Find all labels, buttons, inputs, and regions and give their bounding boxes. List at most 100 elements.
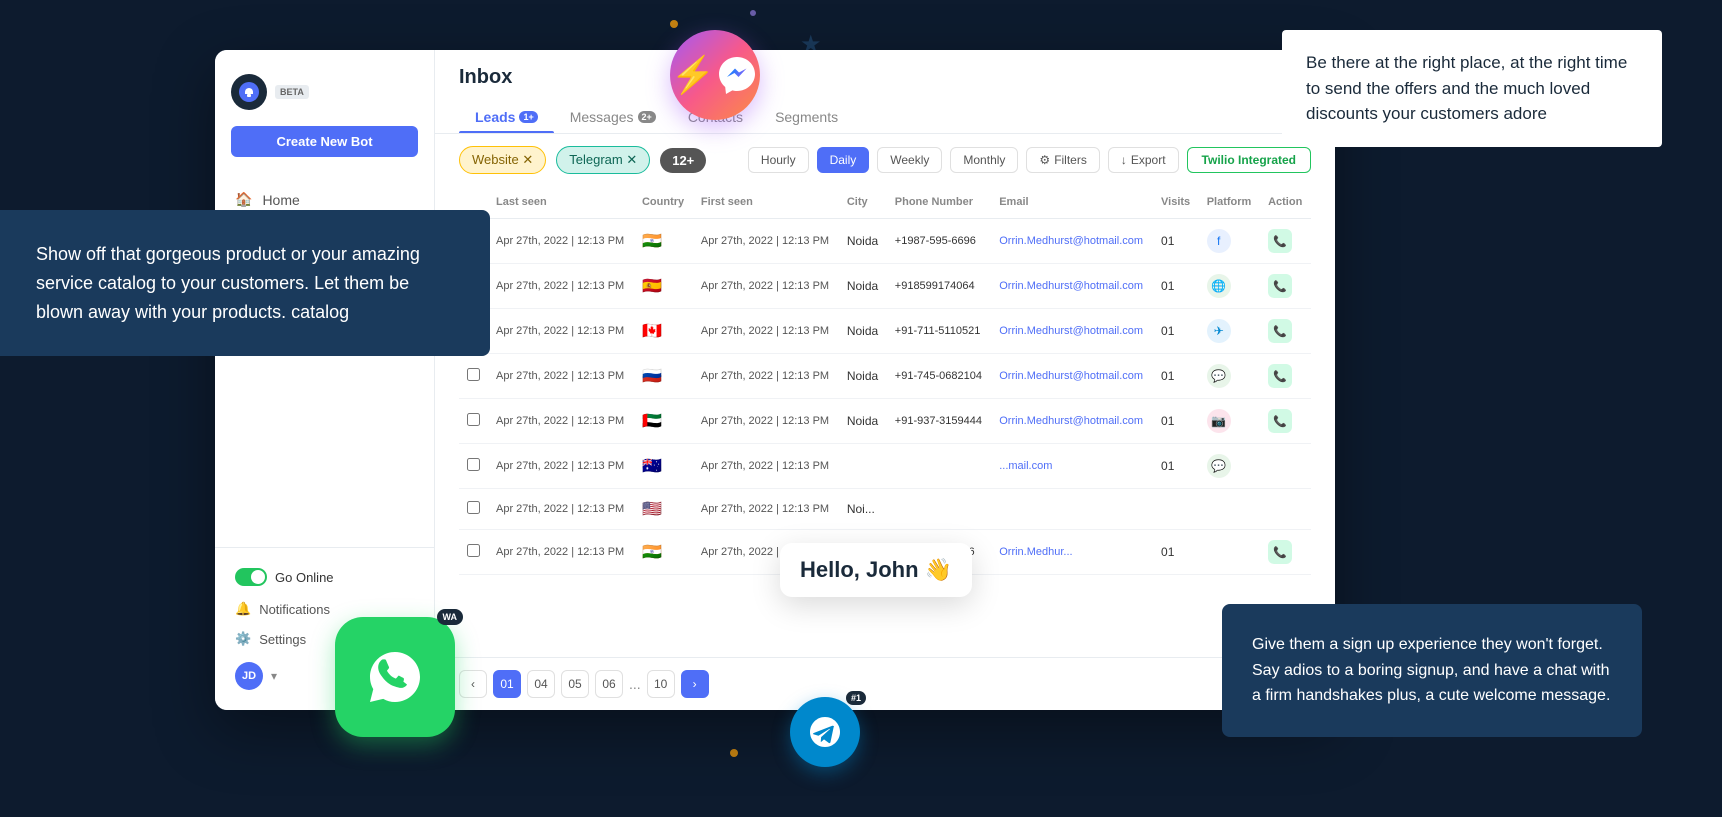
- row-country: 🇨🇦: [634, 309, 693, 354]
- call-button[interactable]: 📞: [1268, 409, 1292, 433]
- row-last-seen: Apr 27th, 2022 | 12:13 PM: [488, 489, 634, 530]
- logo-icon: [231, 74, 267, 110]
- row-last-seen: Apr 27th, 2022 | 12:13 PM: [488, 354, 634, 399]
- notifications-label: Notifications: [259, 602, 330, 617]
- col-platform: Platform: [1199, 186, 1260, 219]
- filters-icon: ⚙: [1039, 153, 1050, 167]
- row-email: Orrin.Medhurst@hotmail.com: [991, 399, 1153, 444]
- row-checkbox-cell: [459, 399, 488, 444]
- bottom-right-overlay: Give them a sign up experience they won'…: [1222, 604, 1642, 737]
- row-platform: 🌐: [1199, 264, 1260, 309]
- filters-row: Website ✕ Telegram ✕ 12+ Hourly Daily We…: [435, 134, 1335, 186]
- row-platform: 💬: [1199, 354, 1260, 399]
- go-online-toggle[interactable]: Go Online: [231, 560, 418, 594]
- messenger-icon: [670, 30, 760, 120]
- prev-page-btn[interactable]: ‹: [459, 670, 487, 698]
- row-first-seen: Apr 27th, 2022 | 12:13 PM: [693, 309, 839, 354]
- create-new-bot-button[interactable]: Create New Bot: [231, 126, 418, 157]
- user-avatar: JD: [235, 662, 263, 690]
- row-last-seen: Apr 27th, 2022 | 12:13 PM: [488, 219, 634, 264]
- row-visits: 01: [1153, 309, 1199, 354]
- call-button[interactable]: 📞: [1268, 319, 1292, 343]
- hourly-btn[interactable]: Hourly: [748, 147, 809, 173]
- export-button[interactable]: ↓ Export: [1108, 147, 1179, 173]
- table-row: Apr 27th, 2022 | 12:13 PM 🇺🇸 Apr 27th, 2…: [459, 489, 1311, 530]
- col-action: Action: [1260, 186, 1311, 219]
- page-1-btn[interactable]: 01: [493, 670, 521, 698]
- filters-button[interactable]: ⚙ Filters: [1026, 147, 1099, 173]
- row-first-seen: Apr 27th, 2022 | 12:13 PM: [693, 489, 839, 530]
- row-first-seen: Apr 27th, 2022 | 12:13 PM: [693, 444, 839, 489]
- row-first-seen: Apr 27th, 2022 | 12:13 PM: [693, 219, 839, 264]
- left-overlay: Show off that gorgeous product or your a…: [0, 210, 490, 356]
- row-checkbox-5[interactable]: [467, 458, 480, 471]
- beta-badge: BETA: [275, 85, 309, 99]
- col-email: Email: [991, 186, 1153, 219]
- row-last-seen: Apr 27th, 2022 | 12:13 PM: [488, 530, 634, 575]
- row-checkbox-3[interactable]: [467, 368, 480, 381]
- filter-website[interactable]: Website ✕: [459, 146, 546, 174]
- go-online-label: Go Online: [275, 570, 334, 585]
- tab-messages[interactable]: Messages 2+: [554, 101, 672, 133]
- row-visits: 01: [1153, 399, 1199, 444]
- row-checkbox-4[interactable]: [467, 413, 480, 426]
- table-header-row: Last seen Country First seen City Phone …: [459, 186, 1311, 219]
- settings-label: Settings: [259, 632, 306, 647]
- platform-msg-icon: 📷: [1207, 409, 1231, 433]
- row-first-seen: Apr 27th, 2022 | 12:13 PM: [693, 264, 839, 309]
- row-action: 📞: [1260, 530, 1311, 575]
- tab-segments-label: Segments: [775, 109, 838, 125]
- filter-telegram[interactable]: Telegram ✕: [556, 146, 650, 174]
- daily-btn[interactable]: Daily: [817, 147, 870, 173]
- page-10-btn[interactable]: 10: [647, 670, 675, 698]
- call-button[interactable]: 📞: [1268, 540, 1292, 564]
- row-visits: [1153, 489, 1199, 530]
- hello-tooltip: Hello, John 👋: [780, 543, 972, 597]
- row-visits: 01: [1153, 444, 1199, 489]
- toggle-on-icon: [235, 568, 267, 586]
- main-content: Inbox Leads 1+ Messages 2+ Contacts Segm…: [435, 50, 1335, 710]
- row-checkbox-7[interactable]: [467, 544, 480, 557]
- row-first-seen: Apr 27th, 2022 | 12:13 PM: [693, 354, 839, 399]
- weekly-btn[interactable]: Weekly: [877, 147, 942, 173]
- col-first-seen: First seen: [693, 186, 839, 219]
- sidebar: BETA Create New Bot 🏠 Home Go Online 🔔 N…: [215, 50, 435, 710]
- platform-wa-icon: 💬: [1207, 364, 1231, 388]
- row-phone: [887, 444, 991, 489]
- page-6-btn[interactable]: 06: [595, 670, 623, 698]
- tab-leads[interactable]: Leads 1+: [459, 101, 554, 133]
- row-email: Orrin.Medhurst@hotmail.com: [991, 354, 1153, 399]
- table-row: Apr 27th, 2022 | 12:13 PM 🇦🇺 Apr 27th, 2…: [459, 444, 1311, 489]
- call-button[interactable]: 📞: [1268, 229, 1292, 253]
- twilio-integrated-button[interactable]: Twilio Integrated: [1187, 147, 1311, 173]
- row-checkbox-6[interactable]: [467, 501, 480, 514]
- page-5-btn[interactable]: 05: [561, 670, 589, 698]
- col-phone: Phone Number: [887, 186, 991, 219]
- monthly-btn[interactable]: Monthly: [950, 147, 1018, 173]
- platform-fb-icon: f: [1207, 229, 1231, 253]
- row-visits: 01: [1153, 354, 1199, 399]
- platform-tg-icon: ✈: [1207, 319, 1231, 343]
- next-page-btn[interactable]: ›: [681, 670, 709, 698]
- tab-messages-badge: 2+: [638, 111, 656, 123]
- row-last-seen: Apr 27th, 2022 | 12:13 PM: [488, 309, 634, 354]
- avatar-chevron[interactable]: ▾: [271, 669, 277, 683]
- row-platform: ✈: [1199, 309, 1260, 354]
- page-4-btn[interactable]: 04: [527, 670, 555, 698]
- settings-icon: ⚙️: [235, 631, 251, 647]
- row-phone: +1987-595-6696: [887, 219, 991, 264]
- row-phone: +918599174064: [887, 264, 991, 309]
- call-button[interactable]: 📞: [1268, 364, 1292, 388]
- call-button[interactable]: 📞: [1268, 274, 1292, 298]
- page-dots: ...: [629, 676, 641, 692]
- row-platform: [1199, 489, 1260, 530]
- tab-messages-label: Messages: [570, 109, 634, 125]
- sidebar-home-label: Home: [262, 192, 299, 208]
- row-action: 📞: [1260, 354, 1311, 399]
- platform-wa-icon: 💬: [1207, 454, 1231, 478]
- tab-segments[interactable]: Segments: [759, 101, 854, 133]
- row-email: Orrin.Medhurst@hotmail.com: [991, 264, 1153, 309]
- filter-more[interactable]: 12+: [660, 148, 706, 173]
- row-first-seen: Apr 27th, 2022 | 12:13 PM: [693, 399, 839, 444]
- row-email: Orrin.Medhurst@hotmail.com: [991, 219, 1153, 264]
